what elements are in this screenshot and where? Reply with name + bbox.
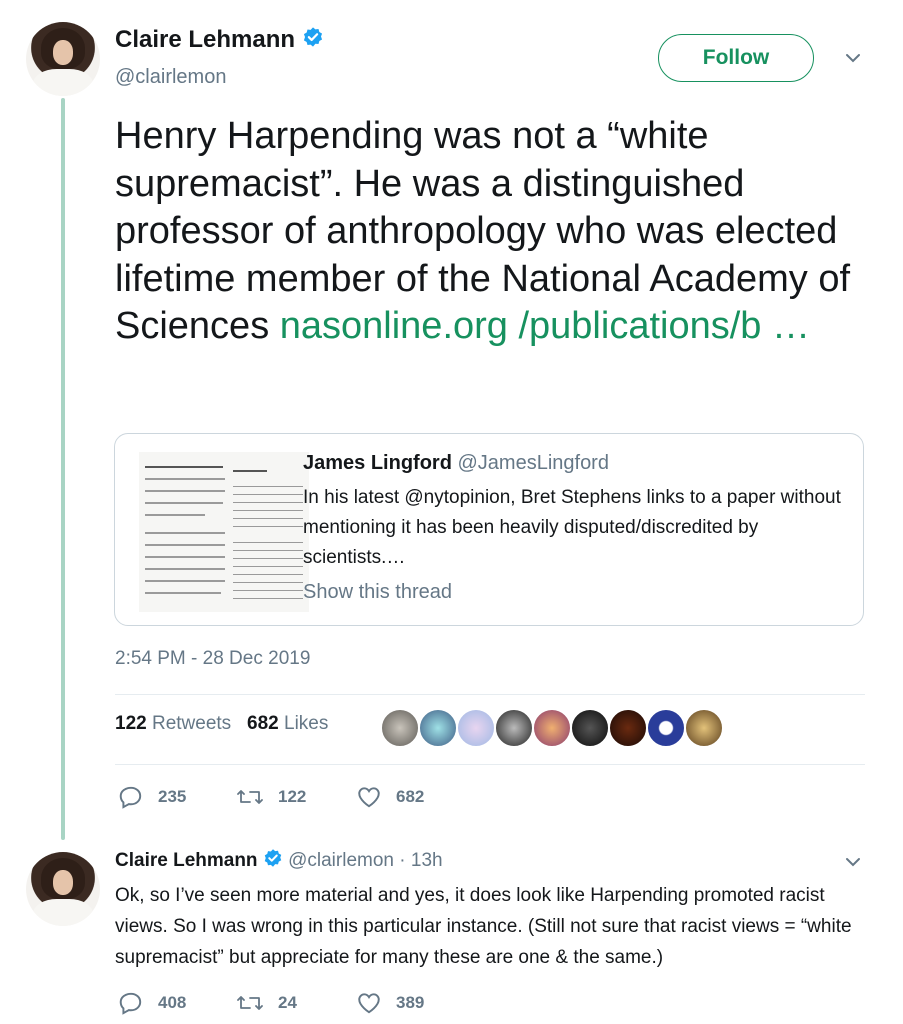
quoted-tweet-content: James Lingford @JamesLingford In his lat…: [303, 452, 843, 604]
chevron-down-icon[interactable]: [843, 48, 863, 73]
likes-count: 682: [247, 713, 279, 734]
retweet-icon: [237, 996, 263, 1010]
retweet-count: 122: [278, 787, 307, 806]
like-button[interactable]: 682: [356, 784, 424, 810]
retweets-stat[interactable]: 122 Retweets: [115, 713, 231, 734]
like-count: 682: [396, 787, 425, 806]
liker-avatar[interactable]: [456, 708, 496, 748]
divider: [115, 694, 865, 695]
liker-avatar[interactable]: [532, 708, 572, 748]
quoted-author-name[interactable]: James Lingford: [303, 452, 452, 474]
follow-button[interactable]: Follow: [658, 34, 814, 82]
liker-avatar[interactable]: [380, 708, 420, 748]
liker-avatar[interactable]: [608, 708, 648, 748]
reply-time[interactable]: · 13h: [399, 850, 442, 871]
retweet-count: 24: [278, 993, 297, 1012]
like-count: 389: [396, 993, 425, 1012]
liker-avatar[interactable]: [494, 708, 534, 748]
reply-author-avatar[interactable]: [26, 852, 100, 926]
verified-badge-icon: [263, 848, 283, 874]
tweet-text: Henry Harpending was not a “white suprem…: [115, 113, 875, 351]
liker-avatar[interactable]: [570, 708, 610, 748]
retweets-label: Retweets: [151, 713, 232, 734]
author-handle[interactable]: @clairlemon: [115, 66, 226, 89]
divider: [115, 764, 865, 765]
quoted-author-handle[interactable]: @JamesLingford: [457, 452, 608, 474]
liker-avatar[interactable]: [684, 708, 724, 748]
engagement-stats: 122 Retweets 682 Likes: [115, 713, 328, 735]
liker-avatar[interactable]: [418, 708, 458, 748]
tweet-link[interactable]: nasonline.org /publications/b …: [280, 305, 810, 347]
retweet-icon: [237, 790, 263, 804]
liker-avatar[interactable]: [646, 708, 686, 748]
thread-connector-line: [61, 98, 65, 840]
show-thread-link[interactable]: Show this thread: [303, 581, 843, 604]
retweets-count: 122: [115, 713, 147, 734]
quoted-tweet-text: In his latest @nytopinion, Bret Stephens…: [303, 487, 841, 568]
quoted-tweet-card[interactable]: James Lingford @JamesLingford In his lat…: [114, 433, 864, 626]
likes-label: Likes: [284, 713, 329, 734]
quoted-tweet-thumbnail: [139, 452, 309, 612]
reply-tweet-text: Ok, so I’ve seen more material and yes, …: [115, 885, 852, 968]
chevron-down-icon[interactable]: [843, 852, 863, 877]
likes-stat[interactable]: 682 Likes: [247, 713, 328, 734]
reply-icon: [119, 992, 142, 1015]
reply-count: 408: [158, 993, 187, 1012]
reply-header: Claire Lehmann @clairlemon · 13h: [115, 848, 443, 874]
reply-button[interactable]: 235: [118, 784, 186, 810]
reply-author-handle[interactable]: @clairlemon: [288, 850, 394, 871]
author-name[interactable]: Claire Lehmann: [115, 26, 295, 53]
tweet-timestamp[interactable]: 2:54 PM - 28 Dec 2019: [115, 648, 310, 670]
verified-badge-icon: [302, 26, 324, 55]
reply-author-name[interactable]: Claire Lehmann: [115, 850, 258, 871]
author-avatar[interactable]: [26, 22, 100, 96]
heart-icon: [358, 787, 380, 808]
retweet-button[interactable]: 24: [236, 990, 297, 1016]
reply-button[interactable]: 408: [118, 990, 186, 1016]
retweet-button[interactable]: 122: [236, 784, 306, 810]
heart-icon: [358, 993, 380, 1014]
like-button[interactable]: 389: [356, 990, 424, 1016]
reply-count: 235: [158, 787, 187, 806]
reply-icon: [119, 786, 142, 809]
author-header: Claire Lehmann: [115, 26, 324, 55]
